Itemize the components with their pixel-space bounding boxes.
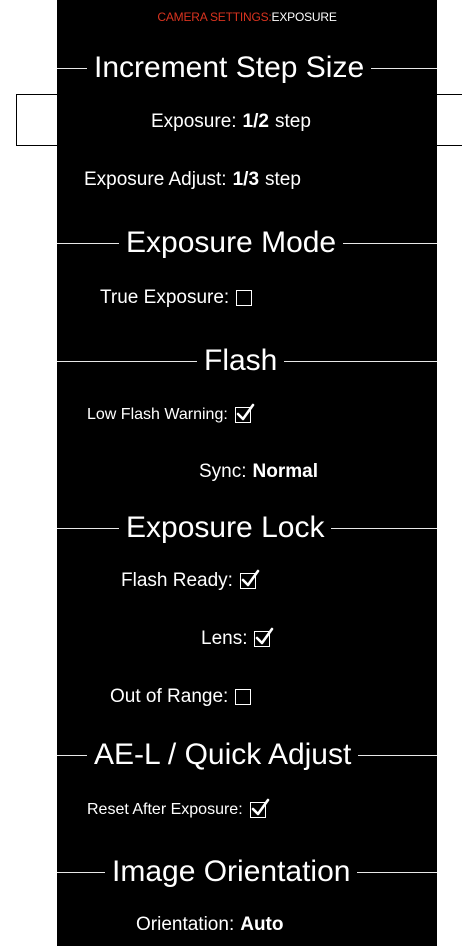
- section-exposure-lock: Exposure Lock: [57, 508, 437, 548]
- setting-label: Flash Ready:: [121, 570, 233, 591]
- setting-label: Sync:: [199, 461, 247, 482]
- checkbox-checked-icon[interactable]: [249, 798, 269, 818]
- section-image-orientation: Image Orientation: [57, 852, 437, 892]
- section-title: Flash: [204, 344, 278, 377]
- section-ae-l-quick-adjust: AE-L / Quick Adjust: [57, 735, 437, 775]
- setting-label: Out of Range:: [110, 686, 229, 707]
- setting-value: 1/2: [242, 111, 269, 132]
- section-exposure-mode: Exposure Mode: [57, 223, 437, 263]
- setting-label: Low Flash Warning:: [87, 406, 228, 423]
- checkbox-unchecked-icon[interactable]: [235, 689, 252, 705]
- divider-line: [358, 754, 437, 756]
- setting-unit: step: [274, 111, 311, 132]
- setting-value: Auto: [240, 914, 284, 935]
- setting-label: Exposure:: [151, 111, 237, 132]
- setting-label: True Exposure:: [100, 287, 230, 308]
- checkbox-unchecked-icon[interactable]: [236, 290, 253, 306]
- setting-label: Lens:: [201, 628, 248, 649]
- setting-value: 1/3: [232, 169, 260, 190]
- divider-line: [57, 242, 119, 244]
- section-flash: Flash: [57, 341, 437, 381]
- section-title: Image Orientation: [112, 855, 351, 888]
- breadcrumb-parent: CAMERA SETTINGS:: [157, 10, 272, 24]
- setting-out-of-range[interactable]: Out of Range:: [110, 682, 252, 712]
- setting-label: Orientation:: [136, 914, 235, 935]
- checkbox-checked-icon[interactable]: [234, 403, 255, 423]
- setting-exposure[interactable]: Exposure: 1/2 step: [151, 107, 311, 137]
- divider-line: [57, 527, 119, 529]
- divider-line: [357, 871, 437, 873]
- section-title: AE-L / Quick Adjust: [94, 738, 352, 771]
- setting-lens[interactable]: Lens:: [201, 624, 274, 654]
- setting-label: Exposure Adjust:: [84, 169, 227, 190]
- divider-line: [57, 360, 197, 362]
- divider-line: [57, 871, 105, 873]
- section-title: Exposure Lock: [126, 511, 325, 544]
- setting-exposure-adjust[interactable]: Exposure Adjust: 1/3 step: [84, 165, 301, 195]
- divider-line: [331, 527, 437, 529]
- section-increment-step-size: Increment Step Size: [57, 48, 437, 88]
- breadcrumb: CAMERA SETTINGS:EXPOSURE: [57, 10, 437, 24]
- setting-low-flash-warning[interactable]: Low Flash Warning:: [87, 400, 255, 430]
- section-title: Exposure Mode: [126, 226, 337, 259]
- setting-unit: step: [265, 169, 301, 190]
- checkbox-checked-icon[interactable]: [239, 569, 260, 589]
- divider-line: [284, 360, 437, 362]
- breadcrumb-current: EXPOSURE: [271, 10, 337, 24]
- setting-reset-after-exposure[interactable]: Reset After Exposure:: [87, 795, 269, 825]
- setting-flash-ready[interactable]: Flash Ready:: [121, 566, 260, 596]
- setting-orientation[interactable]: Orientation: Auto: [136, 910, 284, 940]
- divider-line: [57, 754, 87, 756]
- setting-sync[interactable]: Sync: Normal: [199, 457, 318, 487]
- divider-line: [57, 67, 87, 69]
- setting-value: Normal: [252, 461, 318, 482]
- setting-true-exposure[interactable]: True Exposure:: [100, 283, 253, 313]
- checkbox-checked-icon[interactable]: [254, 627, 274, 647]
- setting-label: Reset After Exposure:: [87, 801, 243, 818]
- section-title: Increment Step Size: [94, 51, 365, 84]
- divider-line: [343, 242, 437, 244]
- divider-line: [371, 67, 437, 69]
